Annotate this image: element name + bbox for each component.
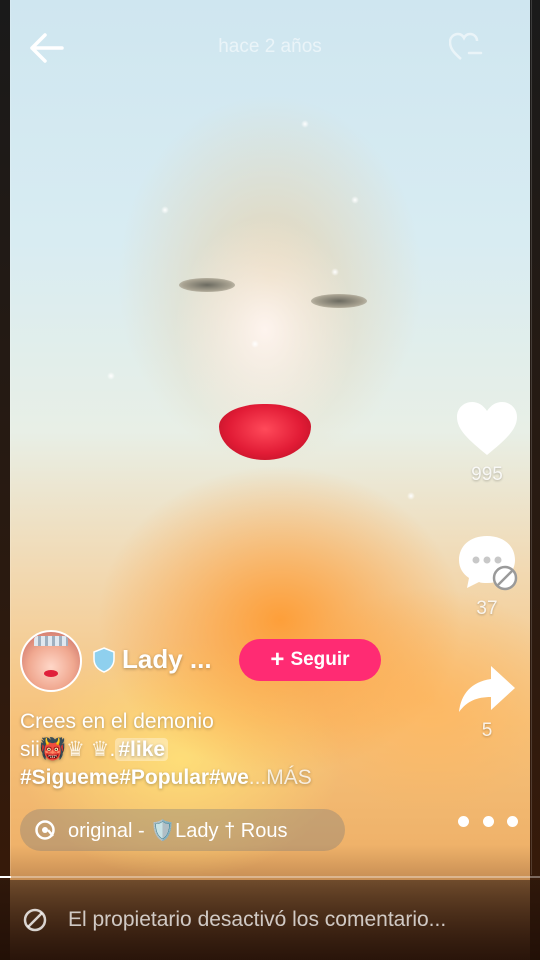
sparkle: [301, 120, 309, 128]
crown-icon: ♛: [66, 738, 85, 761]
author-name-row[interactable]: Lady ...: [92, 644, 212, 675]
side-border-left: [0, 0, 10, 960]
video-caption[interactable]: Crees en el demonio sii👹♛ ♛. #like #Sigue…: [20, 708, 420, 792]
devil-emoji-icon: 👹: [39, 738, 66, 761]
video-progress-fill: [0, 876, 11, 878]
heart-icon: [457, 402, 517, 455]
caption-text: sii: [20, 738, 40, 761]
share-count: 5: [481, 720, 493, 741]
heart-badge-icon: [449, 32, 483, 60]
caption-line-2: sii👹♛ ♛. #like: [20, 736, 420, 764]
like-count: 995: [471, 464, 503, 485]
crown-icon: ♛: [90, 738, 110, 761]
video-detail-eye: [179, 278, 235, 292]
follow-button[interactable]: + Seguir: [239, 639, 381, 681]
hashtag-link[interactable]: #like: [115, 738, 169, 761]
author-name: Lady ...: [122, 644, 212, 674]
comment-button[interactable]: 37: [452, 532, 522, 620]
shield-icon: [93, 646, 115, 673]
sparkle: [251, 340, 259, 348]
avatar-detail-mouth: [44, 670, 58, 677]
sparkle: [107, 372, 115, 380]
sparkle: [351, 196, 359, 204]
comment-disabled-icon: [459, 536, 518, 591]
sparkle: [161, 206, 169, 214]
video-detail-lips: [219, 404, 311, 460]
plus-icon: +: [270, 646, 285, 673]
video-screen[interactable]: hace 2 años 995 37 5 Lady ... + Seguir C…: [0, 0, 540, 960]
sparkle: [331, 268, 339, 276]
more-options-button[interactable]: [458, 806, 518, 836]
share-arrow-icon: [459, 666, 515, 712]
heart-badge-button[interactable]: [448, 30, 484, 64]
sparkle: [407, 492, 415, 500]
more-dots-icon: [482, 815, 494, 827]
avatar-detail-crown: [34, 636, 68, 646]
comment-count: 37: [476, 598, 498, 619]
follow-label: Seguir: [290, 649, 350, 670]
comments-disabled-bar: El propietario desactivó los comentario.…: [0, 880, 540, 960]
caption-ellipsis: ...: [248, 766, 267, 789]
ban-icon: [23, 908, 47, 932]
music-disc-icon: [35, 820, 55, 840]
author-avatar[interactable]: [20, 630, 82, 692]
caption-more-link[interactable]: MÁS: [266, 766, 312, 789]
sound-link[interactable]: original - 🛡️Lady † Rous: [20, 809, 345, 851]
comments-disabled-notice: El propietario desactivó los comentario.…: [68, 908, 447, 931]
video-detail-eye: [311, 294, 367, 308]
caption-line-1: Crees en el demonio: [20, 710, 214, 733]
hashtag-links[interactable]: #Sigueme#Popular#we: [20, 766, 249, 789]
caption-line-3: #Sigueme#Popular#we...MÁS: [20, 764, 420, 792]
more-dots-icon: [507, 815, 518, 827]
video-progress-bar[interactable]: [0, 876, 540, 878]
like-button[interactable]: 995: [452, 400, 522, 486]
share-button[interactable]: 5: [452, 664, 522, 742]
more-dots-icon: [458, 815, 469, 827]
sound-name: original - 🛡️Lady † Rous: [68, 819, 288, 842]
